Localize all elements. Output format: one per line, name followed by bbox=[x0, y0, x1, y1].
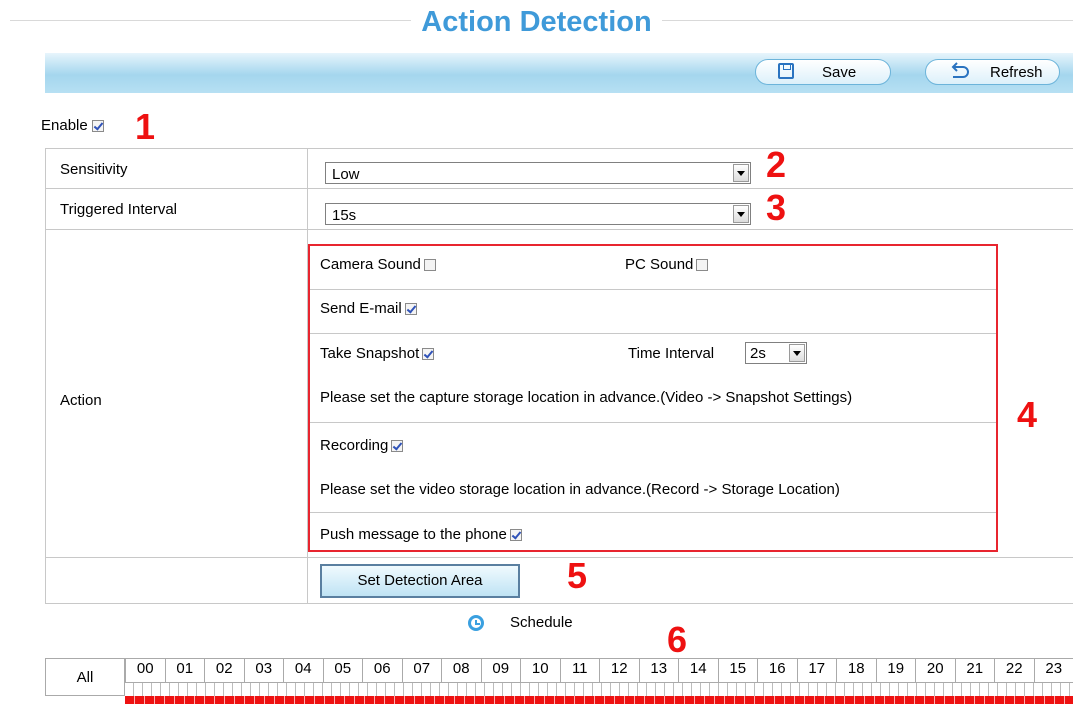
pc-sound-checkbox[interactable] bbox=[696, 258, 709, 271]
triggered-interval-select[interactable]: 15s bbox=[325, 203, 751, 225]
marker-4: 4 bbox=[1017, 394, 1038, 435]
take-snapshot-label: Take Snapshot bbox=[320, 345, 420, 362]
enable-row: Enable bbox=[41, 117, 104, 134]
push-message-label: Push message to the phone bbox=[320, 526, 507, 543]
hour-header-cell[interactable]: 00 bbox=[125, 658, 165, 682]
refresh-button[interactable]: Refresh bbox=[925, 59, 1060, 85]
hour-header-cell[interactable]: 18 bbox=[836, 658, 876, 682]
save-icon bbox=[778, 63, 794, 79]
hour-header-cell[interactable]: 10 bbox=[520, 658, 560, 682]
hour-header-cell[interactable]: 09 bbox=[480, 658, 520, 682]
enable-checkbox[interactable] bbox=[91, 119, 104, 132]
take-snapshot-checkbox[interactable] bbox=[422, 347, 435, 360]
camera-sound-label: Camera Sound bbox=[320, 256, 421, 273]
table-border-left bbox=[45, 149, 46, 604]
send-email-label: Send E-mail bbox=[320, 300, 402, 317]
chevron-down-icon[interactable] bbox=[733, 205, 749, 223]
chevron-down-icon[interactable] bbox=[733, 164, 749, 182]
enable-label: Enable bbox=[41, 117, 88, 134]
time-interval-select[interactable]: 2s bbox=[745, 342, 807, 364]
take-snapshot-option: Take Snapshot bbox=[320, 345, 435, 362]
row-divider bbox=[45, 603, 1073, 604]
hour-header-cell[interactable]: 20 bbox=[915, 658, 955, 682]
marker-2: 2 bbox=[766, 144, 787, 185]
save-button[interactable]: Save bbox=[755, 59, 891, 85]
schedule-grid: All 00 01 02 03 04 05 06 07 08 09 10 11 12 13 14 15 16 17… bbox=[45, 658, 1073, 704]
hour-header-cell[interactable]: 12 bbox=[599, 658, 639, 682]
row-divider bbox=[45, 188, 1073, 189]
pc-sound-label: PC Sound bbox=[625, 256, 694, 273]
push-message-checkbox[interactable] bbox=[509, 528, 522, 541]
hour-header-cell[interactable]: 13 bbox=[638, 658, 678, 682]
hour-header-cell[interactable]: 08 bbox=[441, 658, 481, 682]
save-label: Save bbox=[822, 64, 857, 81]
snapshot-note: Please set the capture storage location … bbox=[320, 389, 853, 406]
triggered-interval-label: Triggered Interval bbox=[60, 201, 177, 218]
clock-icon bbox=[468, 614, 484, 631]
schedule-label: Schedule bbox=[510, 614, 573, 631]
row-divider bbox=[45, 229, 1073, 230]
recording-checkbox[interactable] bbox=[391, 439, 404, 452]
hour-header-cell[interactable]: 23 bbox=[1033, 658, 1073, 682]
push-message-option: Push message to the phone bbox=[320, 526, 522, 543]
select-all-cell[interactable]: All bbox=[45, 658, 125, 696]
hour-header-cell[interactable]: 19 bbox=[875, 658, 915, 682]
hour-header-cell[interactable]: 01 bbox=[164, 658, 204, 682]
toolbar: Save Refresh bbox=[45, 53, 1073, 93]
hour-header-cell[interactable]: 07 bbox=[401, 658, 441, 682]
set-detection-area-button[interactable]: Set Detection Area bbox=[320, 564, 520, 598]
hour-header-cell[interactable]: 03 bbox=[243, 658, 283, 682]
refresh-icon bbox=[951, 62, 969, 78]
send-email-option: Send E-mail bbox=[320, 300, 417, 317]
hour-header-cell[interactable]: 04 bbox=[283, 658, 323, 682]
half-hour-row bbox=[125, 682, 1073, 696]
camera-sound-option: Camera Sound bbox=[320, 256, 436, 273]
hour-header-cell[interactable]: 02 bbox=[204, 658, 244, 682]
action-label: Action bbox=[60, 392, 102, 409]
pc-sound-option: PC Sound bbox=[625, 256, 709, 273]
hour-header-cell[interactable]: 11 bbox=[559, 658, 599, 682]
refresh-label: Refresh bbox=[990, 64, 1043, 81]
recording-note: Please set the video storage location in… bbox=[320, 481, 840, 498]
hour-header-cell[interactable]: 21 bbox=[954, 658, 994, 682]
marker-6: 6 bbox=[667, 619, 688, 660]
hour-header-cell[interactable]: 14 bbox=[678, 658, 718, 682]
hour-header-cell[interactable]: 22 bbox=[994, 658, 1034, 682]
send-email-checkbox[interactable] bbox=[404, 302, 417, 315]
hour-header-cell[interactable]: 16 bbox=[757, 658, 797, 682]
marker-3: 3 bbox=[766, 187, 787, 228]
time-interval-value: 2s bbox=[750, 345, 766, 362]
sensitivity-value: Low bbox=[332, 166, 360, 183]
recording-option: Recording bbox=[320, 437, 404, 454]
sensitivity-label: Sensitivity bbox=[60, 161, 128, 178]
triggered-interval-value: 15s bbox=[332, 207, 357, 224]
schedule-header: Schedule bbox=[468, 614, 573, 631]
schedule-day-row[interactable] bbox=[125, 696, 1073, 704]
page-title: Action Detection bbox=[0, 6, 1073, 39]
hour-header-cell[interactable]: 17 bbox=[796, 658, 836, 682]
sensitivity-select[interactable]: Low bbox=[325, 162, 751, 184]
marker-1: 1 bbox=[135, 106, 156, 147]
chevron-down-icon[interactable] bbox=[789, 344, 805, 362]
hour-header-cell[interactable]: 15 bbox=[717, 658, 757, 682]
row-divider bbox=[45, 557, 1073, 558]
hour-header-cell[interactable]: 05 bbox=[322, 658, 362, 682]
time-interval-label: Time Interval bbox=[628, 345, 715, 362]
camera-sound-checkbox[interactable] bbox=[423, 258, 436, 271]
recording-label: Recording bbox=[320, 437, 389, 454]
marker-5: 5 bbox=[567, 555, 588, 596]
hour-header-cell[interactable]: 06 bbox=[362, 658, 402, 682]
